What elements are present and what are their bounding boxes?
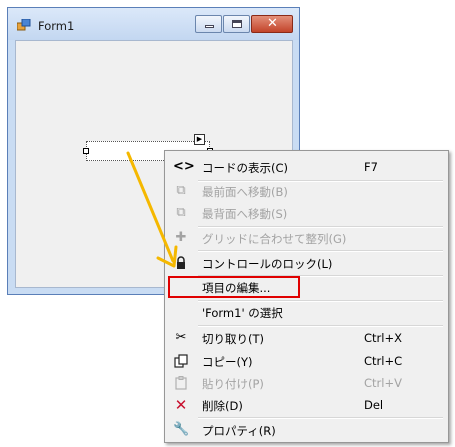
annotation-arrow bbox=[126, 151, 178, 268]
